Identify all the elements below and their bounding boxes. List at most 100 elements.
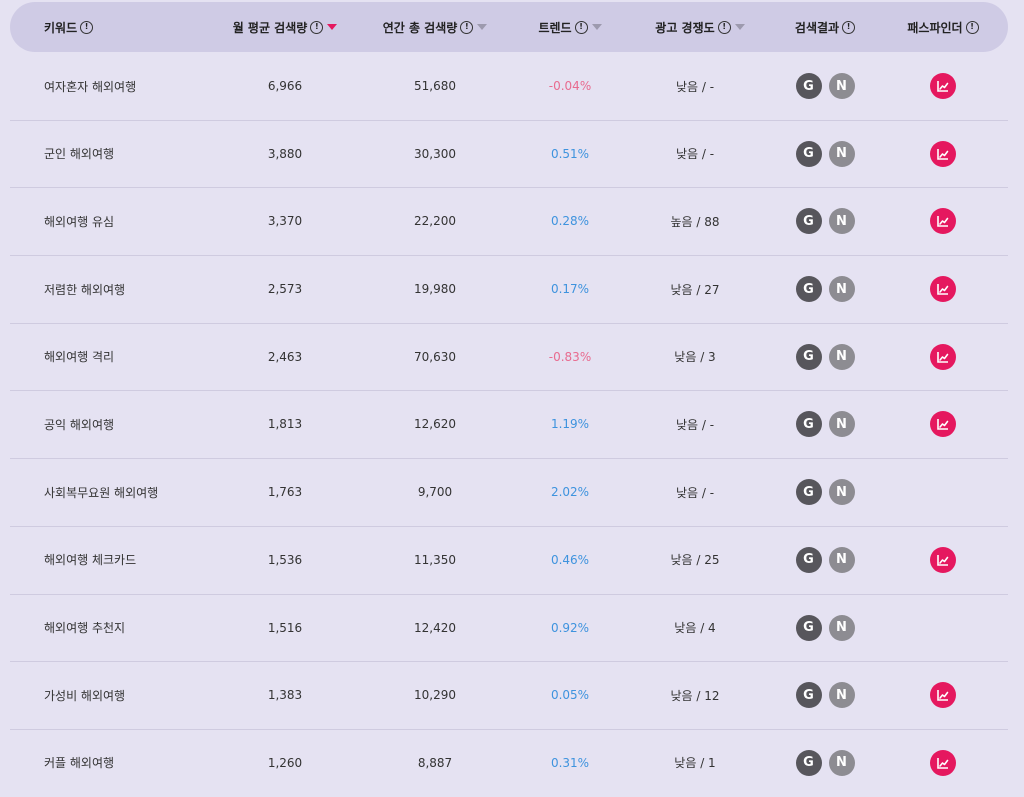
yearly-volume-cell: 30,300	[414, 146, 456, 161]
search-results-cell: G N	[770, 188, 880, 254]
trend-cell: 0.17%	[550, 282, 590, 297]
sort-down-icon[interactable]	[734, 24, 745, 30]
monthly-volume-cell: 3,880	[267, 146, 303, 161]
naver-search-button[interactable]: N	[828, 343, 855, 370]
table-row: 가성비 해외여행 1,383 10,290 0.05% 낮음 / 12 G N	[10, 662, 1008, 730]
table-row: 저렴한 해외여행 2,573 19,980 0.17% 낮음 / 27 G N	[10, 256, 1008, 324]
naver-search-button[interactable]: N	[828, 682, 855, 709]
keyword-table-body: 여자혼자 해외여행 6,966 51,680 -0.04% 낮음 / - G N…	[10, 53, 1008, 797]
competition-cell: 낮음 / 25	[670, 553, 720, 568]
search-results-cell: G N	[770, 662, 880, 728]
google-search-button[interactable]: G	[795, 73, 822, 99]
info-icon[interactable]: !	[965, 20, 979, 34]
keyword-cell[interactable]: 해외여행 격리	[44, 324, 234, 390]
competition-cell: 높음 / 88	[670, 214, 720, 229]
google-search-button[interactable]: G	[795, 682, 822, 709]
naver-search-button[interactable]: N	[828, 614, 855, 641]
trend-cell: 0.28%	[550, 214, 590, 229]
yearly-volume-cell: 9,700	[417, 485, 453, 500]
line-chart-icon[interactable]	[930, 208, 956, 235]
trend-cell: 0.51%	[550, 146, 590, 161]
col-results-header: 검색결과 !	[770, 2, 880, 52]
yearly-volume-cell: 22,200	[414, 214, 456, 229]
col-trend-header[interactable]: 트렌드 !	[520, 2, 620, 52]
pathfinder-cell	[888, 256, 998, 322]
info-icon[interactable]: !	[842, 20, 856, 34]
sort-down-icon[interactable]	[477, 24, 488, 30]
naver-search-button[interactable]: N	[828, 479, 855, 506]
table-row: 해외여행 추천지 1,516 12,420 0.92% 낮음 / 4 G N	[10, 595, 1008, 663]
naver-search-button[interactable]: N	[828, 140, 855, 167]
trend-cell: -0.83%	[548, 349, 592, 364]
keyword-cell[interactable]: 커플 해외여행	[44, 730, 234, 796]
monthly-volume-cell: 1,813	[267, 417, 303, 432]
trend-cell: 0.92%	[550, 620, 590, 635]
keyword-cell[interactable]: 해외여행 체크카드	[44, 527, 234, 593]
line-chart-icon[interactable]	[930, 276, 956, 303]
info-icon[interactable]: !	[717, 20, 731, 34]
naver-search-button[interactable]: N	[828, 749, 855, 776]
keyword-cell[interactable]: 해외여행 추천지	[44, 595, 234, 661]
keyword-cell[interactable]: 저렴한 해외여행	[44, 256, 234, 322]
sort-down-icon[interactable]	[591, 24, 602, 30]
yearly-volume-cell: 11,350	[414, 552, 456, 567]
google-search-button[interactable]: G	[795, 208, 822, 235]
monthly-volume-cell: 1,260	[267, 755, 303, 770]
competition-cell: 낮음 / -	[675, 147, 715, 162]
trend-cell: 0.31%	[550, 755, 590, 770]
line-chart-icon[interactable]	[930, 140, 956, 167]
keyword-cell[interactable]: 여자혼자 해외여행	[44, 53, 234, 119]
google-search-button[interactable]: G	[795, 411, 822, 438]
competition-cell: 낮음 / -	[675, 417, 715, 432]
line-chart-icon[interactable]	[930, 411, 956, 438]
search-results-cell: G N	[770, 121, 880, 187]
competition-cell: 낮음 / 3	[674, 350, 716, 365]
info-icon[interactable]: !	[80, 20, 94, 34]
naver-search-button[interactable]: N	[828, 411, 855, 438]
naver-search-button[interactable]: N	[828, 208, 855, 235]
yearly-volume-cell: 70,630	[414, 349, 456, 364]
line-chart-icon[interactable]	[930, 546, 956, 573]
table-row: 공익 해외여행 1,813 12,620 1.19% 낮음 / - G N	[10, 391, 1008, 460]
google-search-button[interactable]: G	[795, 140, 822, 167]
search-results-cell: G N	[770, 459, 880, 525]
keyword-cell[interactable]: 공익 해외여행	[44, 391, 234, 457]
google-search-button[interactable]: G	[795, 614, 822, 641]
google-search-button[interactable]: G	[795, 546, 822, 573]
pathfinder-cell	[888, 595, 998, 661]
google-search-button[interactable]: G	[795, 479, 822, 506]
col-results-label: 검색결과	[794, 20, 840, 35]
google-search-button[interactable]: G	[795, 343, 822, 370]
naver-search-button[interactable]: N	[828, 546, 855, 573]
trend-cell: 0.05%	[550, 688, 590, 703]
google-search-button[interactable]: G	[795, 749, 822, 776]
keyword-cell[interactable]: 군인 해외여행	[44, 121, 234, 187]
line-chart-icon[interactable]	[930, 682, 956, 709]
keyword-cell[interactable]: 해외여행 유심	[44, 188, 234, 254]
search-results-cell: G N	[770, 53, 880, 119]
sort-down-icon[interactable]	[327, 24, 338, 30]
keyword-cell[interactable]: 사회복무요원 해외여행	[44, 459, 234, 525]
trend-cell: 0.46%	[550, 552, 590, 567]
info-icon[interactable]: !	[310, 20, 324, 34]
info-icon[interactable]: !	[574, 20, 588, 34]
line-chart-icon[interactable]	[930, 343, 956, 370]
line-chart-icon[interactable]	[930, 73, 956, 99]
yearly-volume-cell: 12,420	[414, 620, 456, 635]
pathfinder-cell	[888, 188, 998, 254]
naver-search-button[interactable]: N	[828, 276, 855, 303]
pathfinder-cell	[888, 730, 998, 796]
info-icon[interactable]: !	[460, 20, 474, 34]
line-chart-icon[interactable]	[930, 749, 956, 776]
col-monthly-header[interactable]: 월 평균 검색량 !	[210, 2, 360, 52]
keyword-cell[interactable]: 가성비 해외여행	[44, 662, 234, 728]
table-row: 여자혼자 해외여행 6,966 51,680 -0.04% 낮음 / - G N	[10, 53, 1008, 121]
col-competition-header[interactable]: 광고 경쟁도 !	[630, 2, 770, 52]
col-yearly-header[interactable]: 연간 총 검색량 !	[360, 2, 510, 52]
col-pathfinder-label: 패스파인더	[907, 20, 963, 35]
yearly-volume-cell: 19,980	[414, 282, 456, 297]
naver-search-button[interactable]: N	[828, 73, 855, 99]
pathfinder-cell	[888, 662, 998, 728]
google-search-button[interactable]: G	[795, 276, 822, 303]
table-row: 해외여행 체크카드 1,536 11,350 0.46% 낮음 / 25 G N	[10, 527, 1008, 595]
